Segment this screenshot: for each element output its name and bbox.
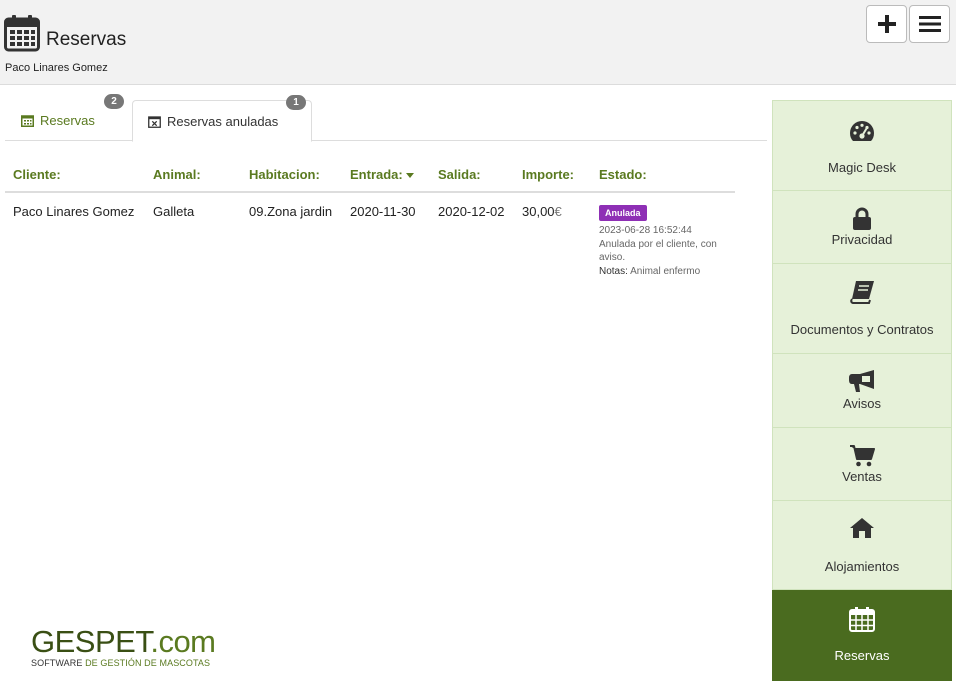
sidebar-item-label: Avisos (842, 396, 882, 411)
cell-habitacion: 09.Zona jardin (249, 204, 333, 219)
column-header-estado[interactable]: Estado: (599, 167, 647, 182)
column-header-cliente[interactable]: Cliente: (13, 167, 61, 182)
cell-importe: 30,00€ (522, 204, 562, 219)
sidebar-item-label: Reservas (834, 648, 890, 663)
tab-reservas-anuladas[interactable]: Reservas anuladas 1 (132, 95, 312, 142)
calendar-icon (849, 607, 875, 632)
calendar-x-icon (148, 115, 161, 128)
cell-animal: Galleta (153, 204, 195, 219)
sidebar-nav: Magic Desk Privacidad Documentos y Contr… (772, 100, 952, 681)
sidebar-item-label: Privacidad (831, 232, 893, 247)
cancellation-reason: Anulada por el cliente, con aviso. (599, 238, 717, 264)
cancellation-notes: Notas: Animal enfermo (599, 265, 735, 279)
status-badge: Anulada (599, 205, 647, 221)
table-header: Cliente: Animal: Habitacion: Entrada: Sa… (5, 160, 735, 193)
tab-label: Reservas (40, 113, 95, 128)
sidebar-item-privacidad[interactable]: Privacidad (772, 191, 952, 264)
add-button[interactable] (866, 5, 907, 43)
table-row[interactable]: Paco Linares Gomez Galleta 09.Zona jardi… (5, 193, 735, 277)
count-badge: 2 (104, 94, 124, 109)
sidebar-item-label: Magic Desk (828, 160, 896, 175)
tab-bar: Reservas 2 Reservas anuladas 1 (5, 92, 767, 142)
calendar-icon (21, 115, 34, 127)
cancellation-date: 2023-06-28 16:52:44 (599, 225, 692, 236)
page-header: Reservas Paco Linares Gomez (0, 0, 956, 85)
logo-tagline: SOFTWARE DE GESTIÓN DE MASCOTAS (31, 658, 216, 668)
client-name: Paco Linares Gomez (5, 62, 108, 74)
notes-text: Animal enfermo (630, 265, 701, 277)
page-title: Reservas (46, 29, 127, 50)
column-header-label: Entrada: (350, 167, 403, 182)
calendar-icon (4, 15, 40, 52)
sidebar-item-documentos[interactable]: Documentos y Contratos (772, 264, 952, 354)
count-badge: 1 (286, 95, 306, 110)
logo-tag-2: DE GESTIÓN DE MASCOTAS (85, 658, 211, 668)
logo-tag-1: SOFTWARE (31, 658, 86, 668)
book-icon (850, 281, 874, 304)
dashboard-icon (850, 121, 874, 141)
cell-estado: Anulada (599, 204, 647, 221)
logo-brand: GESPET (31, 624, 151, 659)
sidebar-item-magic-desk[interactable]: Magic Desk (772, 100, 952, 191)
lock-icon (853, 207, 871, 230)
amount: 30,00 (522, 204, 555, 219)
cell-salida: 2020-12-02 (438, 204, 505, 219)
tab-label: Reservas anuladas (167, 113, 279, 129)
column-header-animal[interactable]: Animal: (153, 167, 201, 182)
tab-reservas[interactable]: Reservas 2 (5, 94, 129, 141)
gespet-logo: GESPET.com SOFTWARE DE GESTIÓN DE MASCOT… (31, 624, 216, 668)
sidebar-item-reservas[interactable]: Reservas (772, 590, 952, 681)
column-header-entrada[interactable]: Entrada: (350, 167, 414, 182)
reservations-table: Cliente: Animal: Habitacion: Entrada: Sa… (5, 160, 735, 277)
currency-symbol: € (554, 204, 562, 219)
megaphone-icon (849, 370, 874, 392)
notes-label: Notas: (599, 265, 628, 277)
sidebar-item-label: Alojamientos (824, 559, 900, 574)
logo-wordmark: GESPET.com (31, 624, 216, 659)
logo-domain: .com (150, 624, 216, 659)
cell-cliente: Paco Linares Gomez (13, 204, 135, 219)
column-header-salida[interactable]: Salida: (438, 167, 481, 182)
cell-entrada: 2020-11-30 (350, 204, 416, 219)
sidebar-item-avisos[interactable]: Avisos (772, 354, 952, 428)
sidebar-item-label: Ventas (842, 469, 882, 484)
sort-desc-icon (405, 173, 414, 179)
column-header-importe[interactable]: Importe: (522, 167, 574, 182)
menu-button[interactable] (909, 5, 950, 43)
plus-icon (877, 15, 896, 33)
sidebar-item-alojamientos[interactable]: Alojamientos (772, 501, 952, 590)
column-header-habitacion[interactable]: Habitacion: (249, 167, 320, 182)
cart-icon (850, 445, 875, 467)
cancellation-info: 2023-06-28 16:52:44 Anulada por el clien… (599, 224, 735, 278)
sidebar-item-ventas[interactable]: Ventas (772, 428, 952, 501)
home-icon (850, 518, 874, 538)
hamburger-icon (918, 16, 941, 32)
sidebar-item-label: Documentos y Contratos (790, 322, 934, 337)
